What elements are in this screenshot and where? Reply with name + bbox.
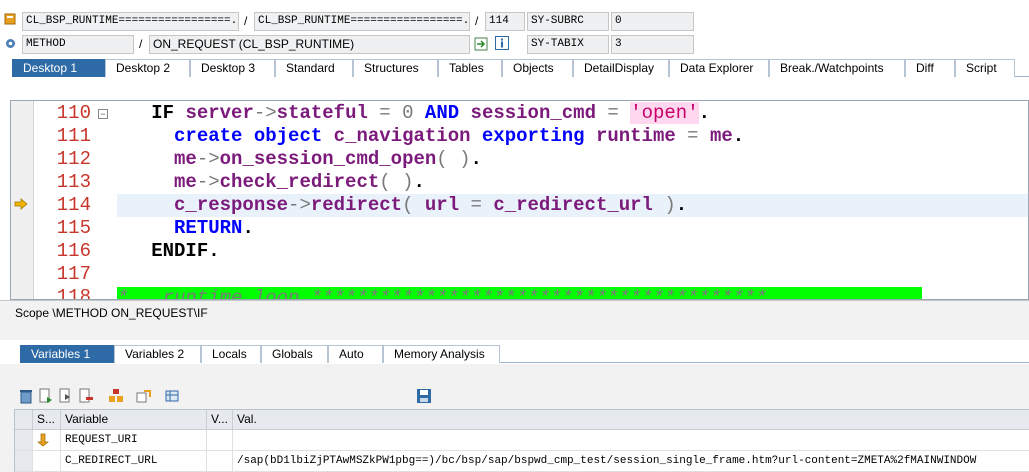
scope-label: Scope \METHOD ON_REQUEST\IF <box>15 306 208 320</box>
table-row-select[interactable] <box>15 451 33 472</box>
line-field[interactable]: 114 <box>485 12 525 31</box>
line-number: 113 <box>56 171 91 193</box>
desktop-tab-strip: Desktop 1 Desktop 2 Desktop 3 Standard S… <box>12 59 1029 77</box>
event-field[interactable]: ON_REQUEST (CL_BSP_RUNTIME) <box>149 35 470 54</box>
line-number: 118 <box>56 286 91 300</box>
tab-break-watchpoints[interactable]: Break./Watchpoints <box>769 59 905 77</box>
table-row-value[interactable]: /sap(bD1lbiZjPTAwMSZkPW1pbg==)/bc/bsp/sa… <box>233 451 1029 472</box>
sysvar2-name-field[interactable]: SY-TABIX <box>527 35 609 54</box>
tab-auto[interactable]: Auto <box>328 345 383 363</box>
variables-grid: S... Variable V... Val. REQUEST_URI C_RE… <box>14 409 1029 472</box>
grid-header-select <box>15 410 33 430</box>
tab-objects[interactable]: Objects <box>502 59 573 77</box>
code-line-115: RETURN. <box>174 217 254 239</box>
code-line-113: me->check_redirect( ). <box>174 171 425 193</box>
gear-icon <box>4 37 20 53</box>
tab-desktop-3[interactable]: Desktop 3 <box>190 59 275 77</box>
grid-header-val[interactable]: Val. <box>233 410 1029 430</box>
code-line-118-comment: * runtime loop *************************… <box>117 287 922 299</box>
insert-row-icon[interactable] <box>38 388 54 404</box>
sysvar1-name-field[interactable]: SY-SUBRC <box>527 12 609 31</box>
code-line-116: ENDIF. <box>151 240 220 262</box>
grid-header-s[interactable]: S... <box>33 410 61 430</box>
debugger-info-area: CL_BSP_RUNTIME=================... / CL_… <box>0 0 1029 58</box>
tab-data-explorer[interactable]: Data Explorer <box>669 59 769 77</box>
table-row-value[interactable] <box>233 430 1029 451</box>
hierarchy-icon[interactable] <box>108 388 124 404</box>
tab-variables-1[interactable]: Variables 1 <box>20 345 114 363</box>
transfer-icon[interactable] <box>136 388 152 404</box>
current-line-arrow-icon <box>14 198 28 210</box>
tab-detaildisplay[interactable]: DetailDisplay <box>573 59 669 77</box>
table-row-select[interactable] <box>15 430 33 451</box>
program-icon <box>4 13 20 29</box>
tab-memory-analysis[interactable]: Memory Analysis <box>383 345 500 363</box>
tab-standard[interactable]: Standard <box>275 59 353 77</box>
code-lines: IF server->stateful = 0 AND session_cmd … <box>117 101 1028 299</box>
delete-icon[interactable] <box>18 388 34 404</box>
append-row-icon[interactable] <box>58 388 74 404</box>
code-header-spacer <box>0 78 1029 100</box>
line-numbers: 110 111 112 113 114 115 116 117 118 <box>35 101 95 299</box>
line-number: 112 <box>56 148 91 170</box>
tab-desktop-2[interactable]: Desktop 2 <box>105 59 190 77</box>
tab-desktop-1[interactable]: Desktop 1 <box>12 59 105 77</box>
source-code-editor[interactable]: 110 111 112 113 114 115 116 117 118 − IF… <box>10 100 1029 300</box>
code-line-112: me->on_session_cmd_open( ). <box>174 148 482 170</box>
variables-tab-strip: Variables 1 Variables 2 Locals Globals A… <box>20 345 1029 363</box>
table-row-v <box>207 430 233 451</box>
delete-row-icon[interactable] <box>78 388 94 404</box>
grid-header-v[interactable]: V... <box>207 410 233 430</box>
grid-header-variable[interactable]: Variable <box>61 410 207 430</box>
table-row-v <box>207 451 233 472</box>
line-number: 114 <box>56 194 91 216</box>
save-icon[interactable] <box>416 388 432 404</box>
tab-locals[interactable]: Locals <box>201 345 261 363</box>
line-separator: / <box>475 14 479 28</box>
sysvar2-value-field[interactable]: 3 <box>611 35 694 54</box>
include-field[interactable]: CL_BSP_RUNTIME=================... <box>254 12 470 31</box>
code-line-110: IF server->stateful = 0 AND session_cmd … <box>151 102 711 124</box>
code-line-114-current: c_response->redirect( url = c_redirect_u… <box>117 194 1028 217</box>
path-separator: / <box>244 14 248 28</box>
tab-structures[interactable]: Structures <box>353 59 438 77</box>
tab-globals[interactable]: Globals <box>261 345 328 363</box>
line-number: 115 <box>56 217 91 239</box>
sysvar1-value-field[interactable]: 0 <box>611 12 694 31</box>
scope-bar: Scope \METHOD ON_REQUEST\IF <box>0 300 1029 340</box>
line-number: 117 <box>56 263 91 285</box>
event-separator: / <box>139 37 143 51</box>
row-status-cell <box>33 451 61 472</box>
fold-toggle-icon[interactable]: − <box>98 109 108 119</box>
program-field[interactable]: CL_BSP_RUNTIME=================... <box>22 12 239 31</box>
tab-variables-2[interactable]: Variables 2 <box>114 345 201 363</box>
table-icon[interactable] <box>164 388 180 404</box>
event-type-field[interactable]: METHOD <box>22 35 134 54</box>
table-row-variable[interactable]: REQUEST_URI <box>61 430 207 451</box>
line-number: 110 <box>56 102 91 124</box>
line-number: 116 <box>56 240 91 262</box>
navigate-icon[interactable] <box>474 37 490 53</box>
table-row-variable[interactable]: C_REDIRECT_URL <box>61 451 207 472</box>
code-line-111: create object c_navigation exporting run… <box>174 125 745 147</box>
info-icon[interactable] <box>495 36 511 52</box>
tab-tables[interactable]: Tables <box>438 59 502 77</box>
row-status-icon <box>33 430 61 451</box>
tab-diff[interactable]: Diff <box>905 59 955 77</box>
line-number: 111 <box>56 125 91 147</box>
tab-script[interactable]: Script <box>955 59 1015 77</box>
